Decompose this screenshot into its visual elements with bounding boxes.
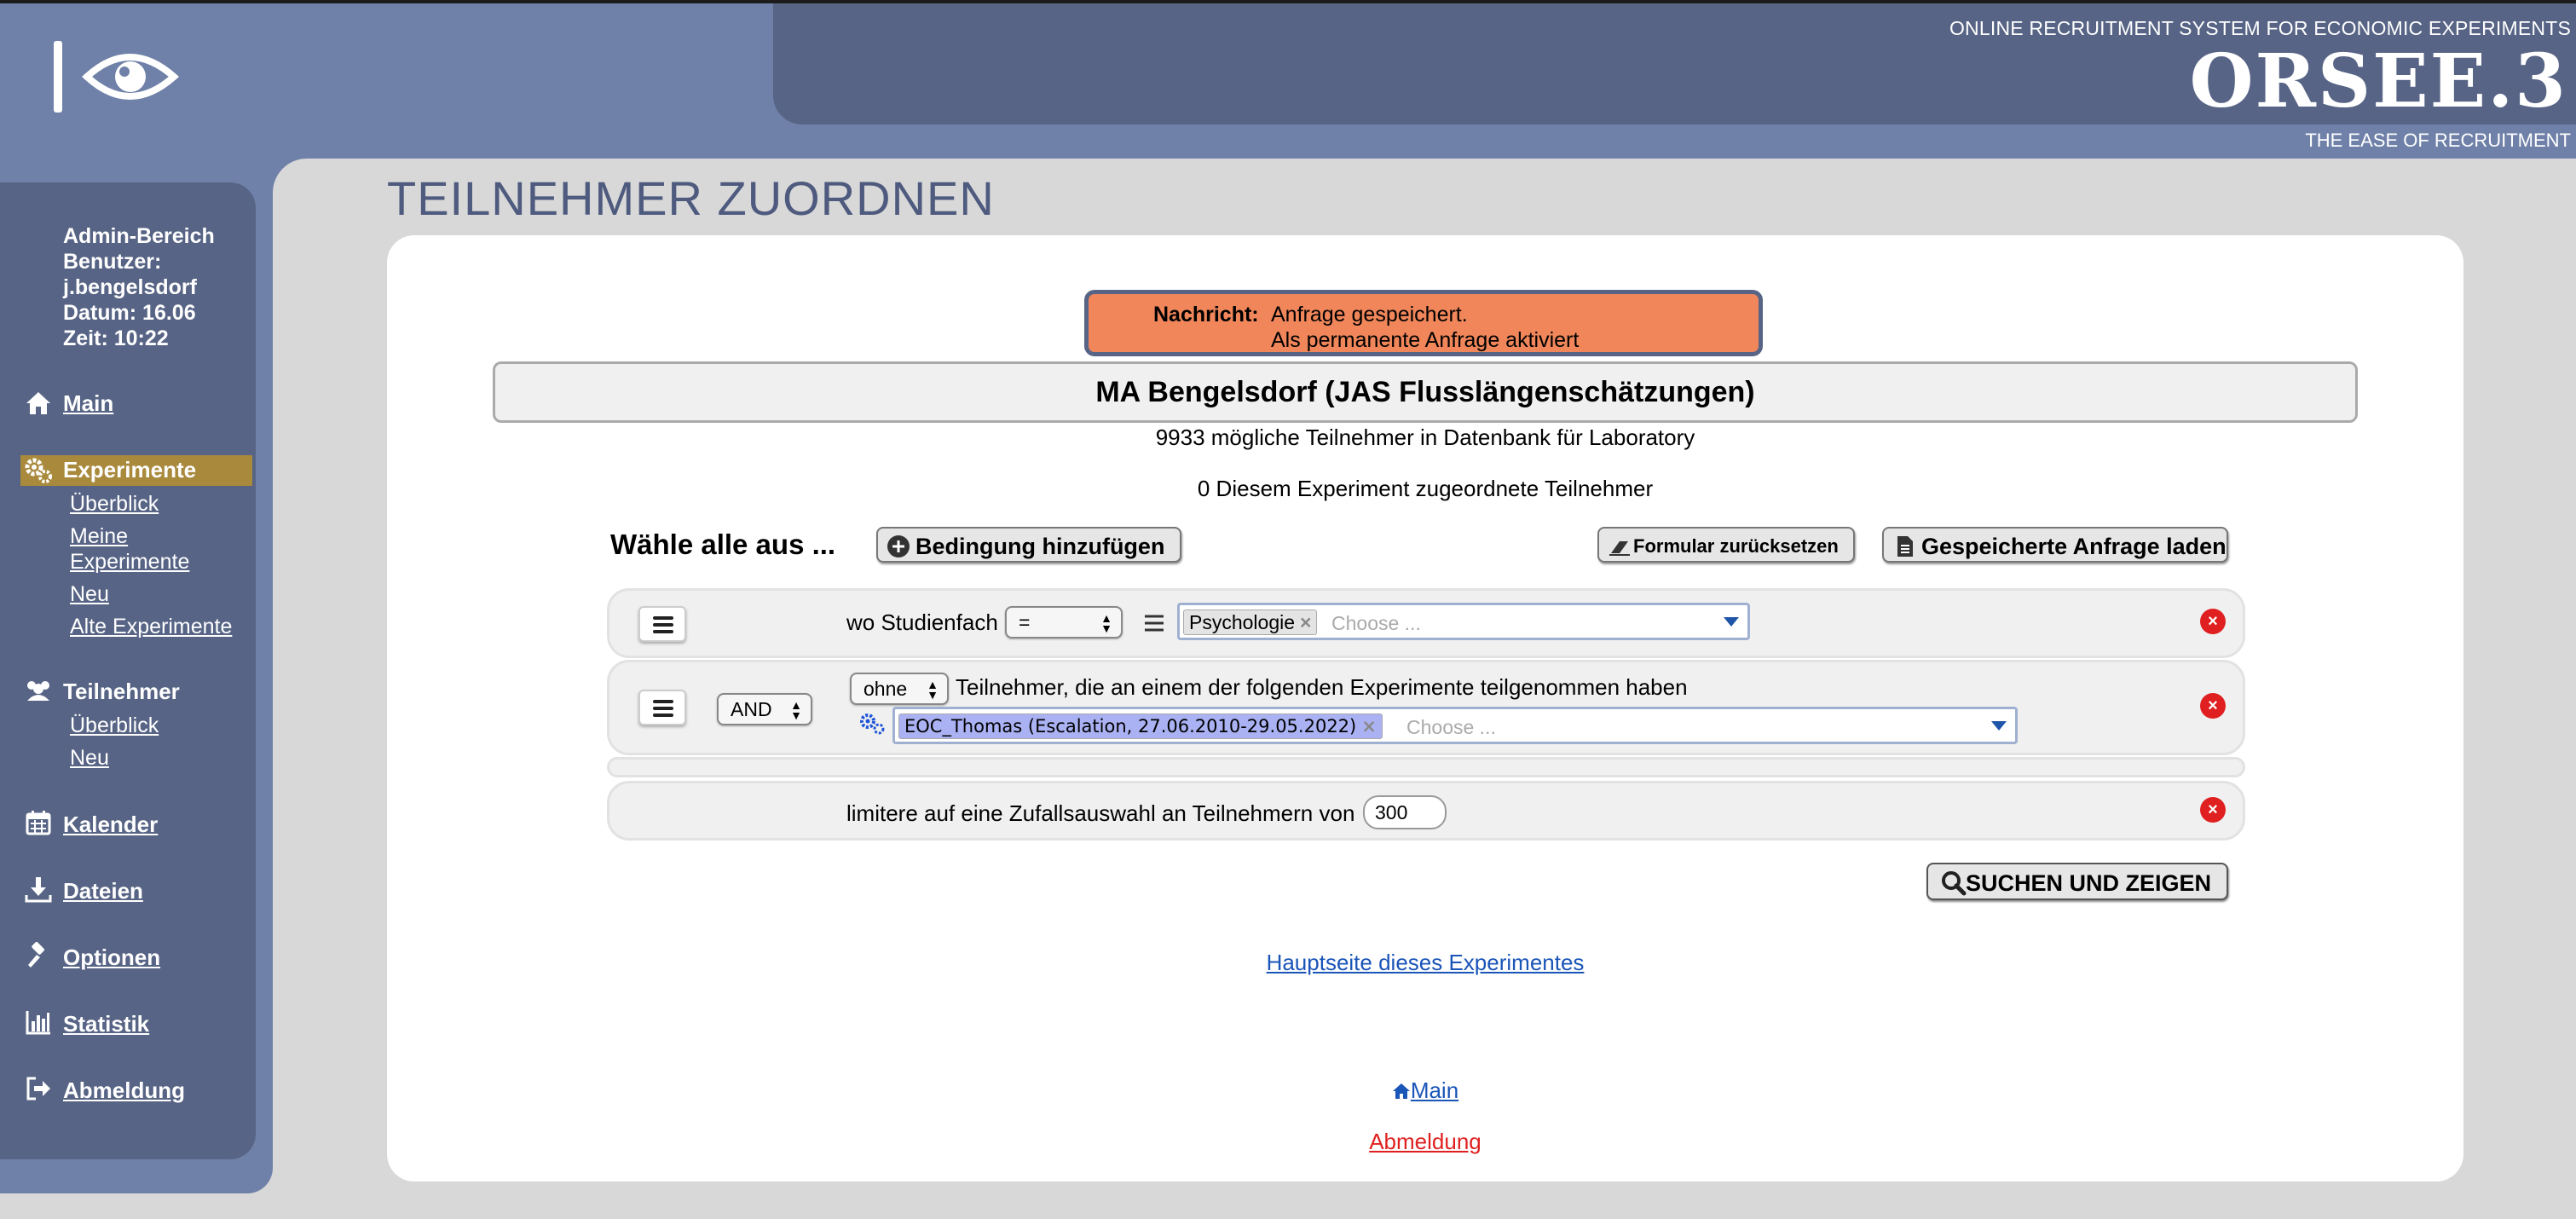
experiment-main-link[interactable]: Hauptseite dieses Experimentes — [387, 950, 2463, 976]
condition-row-studienfach: wo Studienfach = ▲ ▼ Psychologie × Choose … — [607, 588, 2245, 658]
sidebar-username: j.bengelsdorf — [63, 275, 197, 299]
message-line2: Als permanente Anfrage aktiviert — [1271, 328, 1580, 352]
studienfach-tag-label: Psychologie — [1189, 611, 1296, 633]
gears-icon — [25, 458, 52, 483]
sidebar-sub-old-experiments[interactable]: Alte Experimente — [70, 614, 232, 639]
logic-operator-select[interactable]: AND ▲ ▼ — [717, 693, 812, 725]
sidebar-sub-participants-overview[interactable]: Überblick — [70, 713, 159, 738]
dropdown-arrow-icon[interactable] — [1724, 617, 1739, 627]
load-saved-query-label: Gespeicherte Anfrage laden — [1921, 534, 2227, 559]
sidebar-sub-experimente-overview[interactable]: Überblick — [70, 491, 159, 517]
drag-handle-icon[interactable] — [638, 690, 686, 725]
header-subtag: THE EASE OF RECRUITMENT — [2305, 130, 2571, 151]
select-arrows-icon: ▲ ▼ — [790, 698, 802, 722]
sidebar-area: Admin-Bereich — [63, 224, 215, 248]
message-label: Nachricht: — [1153, 303, 1259, 326]
select-arrows-icon: ▲ ▼ — [1100, 611, 1112, 635]
home-icon — [1392, 1083, 1410, 1099]
plus-circle-icon — [887, 535, 910, 558]
gavel-icon — [28, 942, 44, 968]
studienfach-placeholder: Choose ... — [1331, 612, 1421, 634]
drag-handle-icon[interactable] — [638, 606, 686, 642]
search-and-show-label: SUCHEN UND ZEIGEN — [1966, 870, 2212, 896]
experiments-multiselect[interactable]: EOC_Thomas (Escalation, 27.06.2010-29.05… — [892, 707, 2018, 744]
sidebar-item-statistik[interactable]: Statistik — [63, 1011, 149, 1037]
random-limit-input[interactable] — [1363, 795, 1447, 829]
empty-condition-row — [607, 757, 2245, 777]
sidebar-date: Datum: 16.06 — [63, 301, 196, 325]
remove-tag-icon[interactable]: × — [1300, 611, 1311, 633]
reset-form-button[interactable]: Formular zurücksetzen — [1597, 527, 1855, 563]
add-condition-label: Bedingung hinzufügen — [915, 534, 1165, 559]
participation-mode-select[interactable]: ohne ▲ ▼ — [850, 673, 949, 705]
experiment-tag-label: EOC_Thomas (Escalation, 27.06.2010-29.05… — [904, 716, 1357, 737]
sidebar-sub-new-experiment[interactable]: Neu — [70, 581, 109, 607]
experiments-placeholder: Choose ... — [1406, 716, 1496, 738]
studienfach-multiselect[interactable]: Psychologie × Choose ... — [1177, 603, 1750, 640]
delete-condition-icon[interactable]: × — [2200, 797, 2226, 823]
condition-row-experiments: AND ▲ ▼ ohne ▲ ▼ Teilnehmer, die an einem … — [607, 660, 2245, 755]
sidebar-user-label: Benutzer: — [63, 250, 162, 274]
delete-condition-icon[interactable]: × — [2200, 609, 2226, 634]
experiment-title: MA Bengelsdorf (JAS Flusslängenschätzung… — [493, 361, 2358, 423]
sidebar-sub-my-experiments[interactable]: Meine Experimente — [70, 523, 189, 575]
experiment-main-link-label: Hauptseite dieses Experimentes — [1266, 950, 1585, 975]
users-icon — [27, 681, 49, 701]
operator-value: = — [1019, 611, 1031, 633]
assigned-participants-count: 0 Diesem Experiment zugeordnete Teilnehm… — [1197, 476, 1654, 501]
list-icon — [1145, 615, 1164, 632]
participation-mode-value: ohne — [863, 678, 908, 700]
sidebar-item-experimente[interactable]: Experimente — [63, 457, 196, 483]
sidebar-item-dateien[interactable]: Dateien — [63, 878, 143, 904]
calendar-icon — [26, 811, 51, 835]
load-saved-query-button[interactable]: Gespeicherte Anfrage laden — [1882, 527, 2228, 563]
participation-text: Teilnehmer, die an einem der folgenden E… — [956, 674, 1688, 700]
main-link-label: Main — [1410, 1077, 1459, 1103]
logout-link-label: Abmeldung — [1369, 1129, 1481, 1154]
gears-icon — [860, 713, 885, 735]
search-icon — [1942, 871, 1967, 896]
select-arrows-icon: ▲ ▼ — [927, 678, 939, 702]
header-brand-panel: ONLINE RECRUITMENT SYSTEM FOR ECONOMIC E… — [773, 3, 2576, 124]
sidebar-sub-my-experiments-line1: Meine — [70, 524, 129, 548]
download-icon — [25, 877, 52, 903]
sidebar-user-info: Admin-Bereich Benutzer: j.bengelsdorf Da… — [63, 223, 215, 351]
bar-chart-icon — [26, 1011, 50, 1035]
sidebar-item-optionen[interactable]: Optionen — [63, 945, 160, 971]
random-limit-label: limitere auf eine Zufallsauswahl an Teil… — [846, 800, 1355, 826]
logout-link[interactable]: Abmeldung — [387, 1129, 2463, 1155]
header-tagline: ONLINE RECRUITMENT SYSTEM FOR ECONOMIC E… — [1949, 17, 2571, 39]
sign-out-icon — [26, 1077, 50, 1101]
search-and-show-button[interactable]: SUCHEN UND ZEIGEN — [1926, 863, 2228, 900]
dropdown-arrow-icon[interactable] — [1991, 721, 2007, 731]
experiment-tag[interactable]: EOC_Thomas (Escalation, 27.06.2010-29.05… — [898, 713, 1383, 739]
main-link[interactable]: Main — [387, 1077, 2463, 1104]
sidebar-item-kalender[interactable]: Kalender — [63, 812, 158, 838]
page-title: TEILNEHMER ZUORDNEN — [387, 171, 995, 225]
sidebar-item-teilnehmer[interactable]: Teilnehmer — [63, 679, 180, 705]
select-all-label: Wähle alle aus ... — [610, 529, 836, 560]
studienfach-label: wo Studienfach — [846, 610, 998, 635]
sidebar-sub-my-experiments-line2: Experimente — [70, 550, 190, 574]
add-condition-button[interactable]: Bedingung hinzufügen — [876, 527, 1181, 563]
operator-select[interactable]: = ▲ ▼ — [1005, 606, 1123, 638]
eye-logo-icon[interactable] — [51, 36, 179, 118]
sidebar-item-main[interactable]: Main — [63, 390, 113, 417]
message-box: Nachricht: Anfrage gespeichert. Als perm… — [1084, 290, 1763, 356]
remove-tag-icon[interactable]: × — [1361, 716, 1377, 737]
sidebar-item-abmeldung[interactable]: Abmeldung — [63, 1077, 185, 1104]
orsee-logo-text: ORSEE.3 — [2189, 38, 2567, 124]
message-line1: Anfrage gespeichert. — [1271, 303, 1468, 326]
condition-row-random-limit: limitere auf eine Zufallsauswahl an Teil… — [607, 781, 2245, 841]
home-icon — [26, 392, 50, 414]
studienfach-tag[interactable]: Psychologie × — [1183, 610, 1318, 635]
possible-participants-count: 9933 mögliche Teilnehmer in Datenbank fü… — [1155, 425, 1695, 450]
logic-operator-value: AND — [731, 698, 772, 720]
document-icon — [1897, 536, 1913, 557]
sidebar-sub-new-participant[interactable]: Neu — [70, 745, 109, 771]
reset-form-label: Formular zurücksetzen — [1633, 535, 1839, 557]
delete-condition-icon[interactable]: × — [2200, 693, 2226, 719]
sidebar-time: Zeit: 10:22 — [63, 326, 169, 350]
eraser-icon — [1609, 541, 1630, 556]
